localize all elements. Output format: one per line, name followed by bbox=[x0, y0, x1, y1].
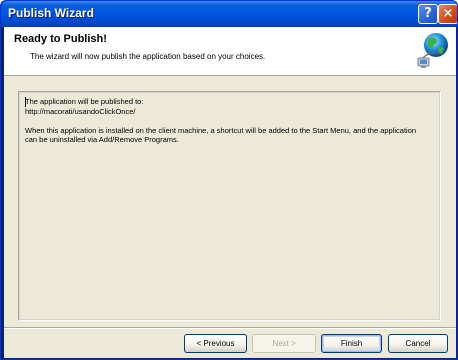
cancel-button[interactable]: Cancel bbox=[388, 334, 448, 353]
help-button[interactable]: ? bbox=[418, 4, 438, 24]
page-title: Ready to Publish! bbox=[14, 33, 107, 45]
finish-button[interactable]: Finish bbox=[321, 334, 382, 353]
page-subtitle: The wizard will now publish the applicat… bbox=[30, 52, 266, 61]
wizard-client-area: Ready to Publish! The wizard will now pu… bbox=[4, 27, 456, 358]
wizard-header: Ready to Publish! The wizard will now pu… bbox=[4, 27, 456, 76]
globe-network-icon bbox=[417, 33, 448, 68]
next-button[interactable]: Next > bbox=[252, 334, 316, 353]
title-bar[interactable]: Publish Wizard ? × bbox=[1, 1, 457, 27]
window-title: Publish Wizard bbox=[8, 6, 94, 20]
previous-button[interactable]: < Previous bbox=[184, 334, 247, 353]
publish-summary-text[interactable]: The application will be published to: ht… bbox=[25, 97, 430, 145]
publish-wizard-window: Publish Wizard ? × Ready to Publish! The… bbox=[0, 0, 458, 360]
summary-panel: The application will be published to: ht… bbox=[18, 91, 441, 321]
close-button[interactable]: × bbox=[438, 4, 457, 24]
button-separator bbox=[4, 327, 456, 329]
